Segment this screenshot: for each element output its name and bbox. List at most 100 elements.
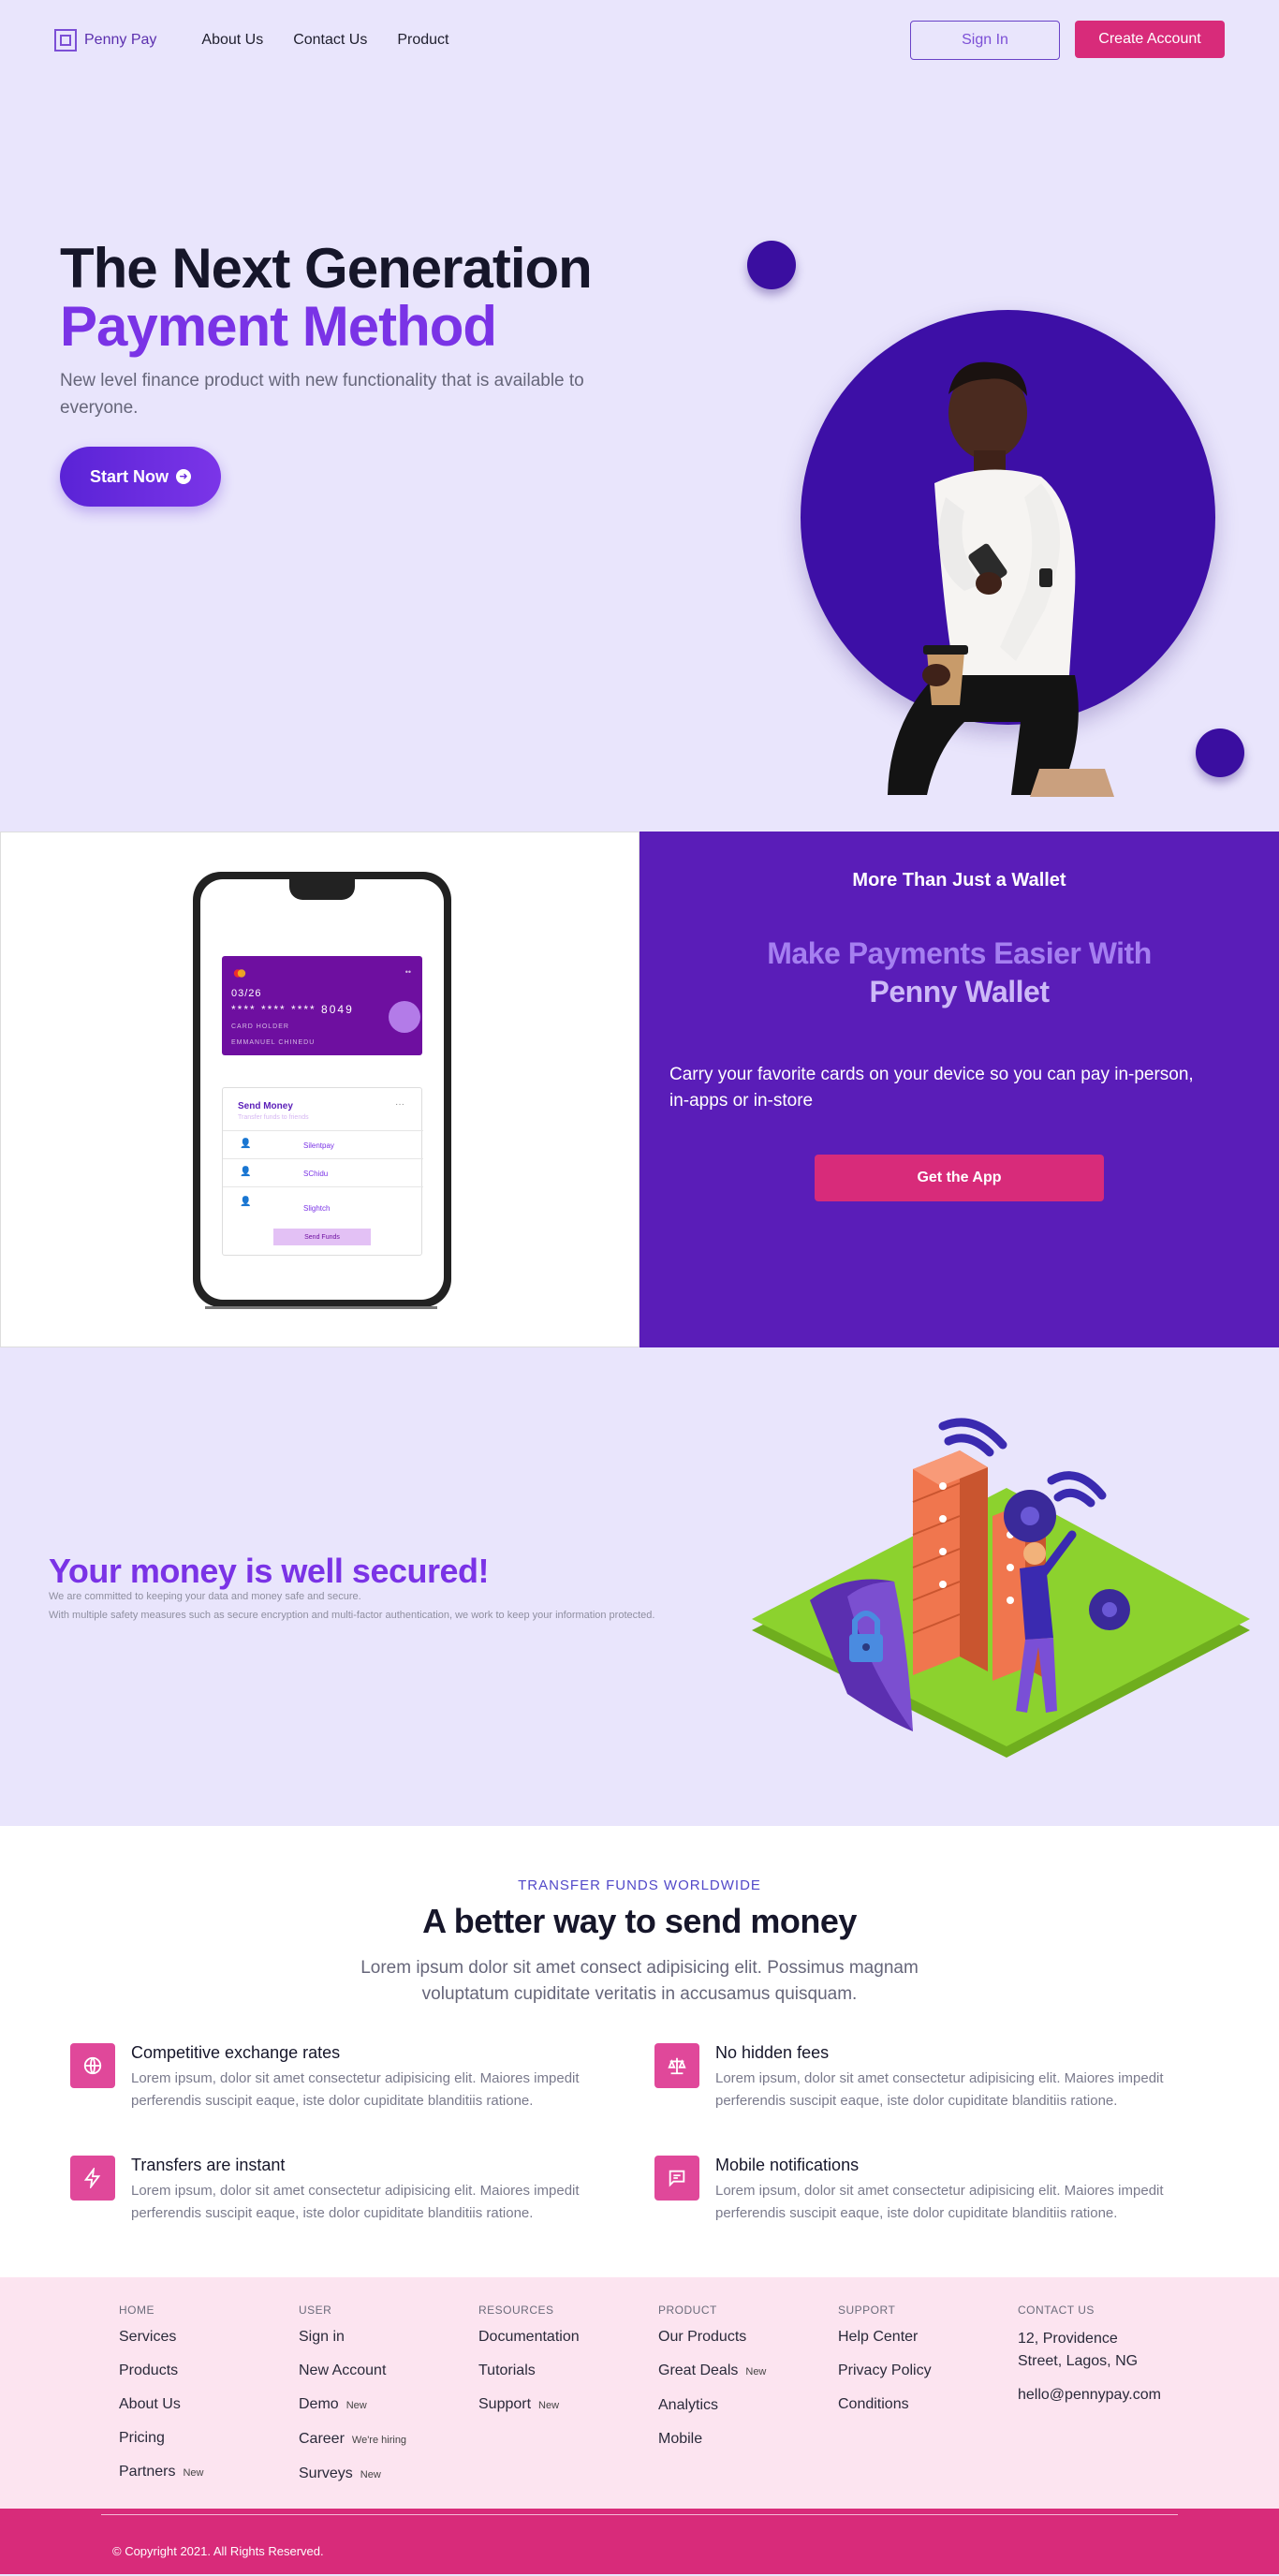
payment-card[interactable]: •• 03/26 **** **** **** 8049 CARD HOLDER… xyxy=(222,956,422,1055)
contact-row[interactable]: 👤 Silentpay xyxy=(223,1130,423,1158)
footer-link[interactable]: About Us xyxy=(119,2395,297,2414)
footer-link[interactable]: Privacy Policy xyxy=(838,2362,1016,2380)
feature-text: Lorem ipsum, dolor sit amet consectetur … xyxy=(715,2183,1164,2221)
security-title: Your money is well secured! xyxy=(49,1552,490,1590)
start-now-label: Start Now xyxy=(89,466,169,486)
footer-col-user: USER Sign in New Account Demo New Career W… xyxy=(299,2304,477,2499)
logo-icon xyxy=(54,29,77,52)
new-badge: New xyxy=(745,2366,767,2377)
contact-email[interactable]: hello@pennypay.com xyxy=(1018,2384,1186,2407)
lightning-icon xyxy=(70,2156,115,2201)
card-dots: •• xyxy=(404,967,411,977)
nav-link-about[interactable]: About Us xyxy=(201,32,263,49)
footer-col-contact: CONTACT US 12, Providence Street, Lagos,… xyxy=(1018,2304,1186,2407)
user-icon: 👤 xyxy=(240,1139,252,1149)
footer-col-home: HOME Services Products About Us Pricing … xyxy=(119,2304,297,2497)
send-title: A better way to send money xyxy=(422,1902,857,1940)
contact-address-line1: 12, Providence xyxy=(1018,2331,1118,2347)
phone-notch xyxy=(289,879,355,900)
copyright-text: © Copyright 2021. All Rights Reserved. xyxy=(112,2544,324,2558)
footer-link-label: Surveys xyxy=(299,2466,353,2481)
footer-link[interactable]: New Account xyxy=(299,2362,477,2380)
send-eyebrow: TRANSFER FUNDS WORLDWIDE xyxy=(518,1877,761,1893)
footer-col-support: SUPPORT Help Center Privacy Policy Condi… xyxy=(838,2304,1016,2429)
globe-icon xyxy=(70,2043,115,2088)
wallet-info-panel: More Than Just a Wallet Make Payments Ea… xyxy=(640,832,1279,1347)
feature-title: Competitive exchange rates xyxy=(131,2043,341,2062)
footer-link[interactable]: Services xyxy=(119,2328,297,2347)
phone-screen: •• 03/26 **** **** **** 8049 CARD HOLDER… xyxy=(200,879,444,1300)
footer-heading: SUPPORT xyxy=(838,2304,896,2317)
footer-heading: USER xyxy=(299,2304,332,2317)
footer-link[interactable]: Partners New xyxy=(119,2463,297,2482)
footer-link[interactable]: Documentation xyxy=(478,2328,656,2347)
footer-link[interactable]: Our Products xyxy=(658,2328,836,2347)
feature-title: Mobile notifications xyxy=(715,2156,860,2174)
scale-icon xyxy=(654,2043,699,2088)
start-now-button[interactable]: Start Now ➜ xyxy=(60,447,221,507)
wallet-phone-panel: •• 03/26 **** **** **** 8049 CARD HOLDER… xyxy=(0,832,640,1347)
footer-link[interactable]: Tutorials xyxy=(478,2362,656,2380)
send-money-panel: Send Money Transfer funds to friends ···… xyxy=(222,1087,423,1256)
chat-icon xyxy=(654,2156,699,2201)
footer-link[interactable]: Mobile xyxy=(658,2430,836,2449)
footer-link[interactable]: Support New xyxy=(478,2395,656,2415)
footer-link[interactable]: Sign in xyxy=(299,2328,477,2347)
decorative-dot xyxy=(1196,729,1244,777)
footer-link[interactable]: Surveys New xyxy=(299,2465,477,2484)
security-illustration xyxy=(752,1418,1250,1758)
feature-text: Lorem ipsum, dolor sit amet consectetur … xyxy=(131,2183,580,2221)
security-section: Your money is well secured! We are commi… xyxy=(0,1347,1279,1826)
contact-name: Silentpay xyxy=(303,1141,334,1150)
hero-title: The Next Generation xyxy=(60,237,593,300)
feature-text: Lorem ipsum, dolor sit amet consectetur … xyxy=(715,2070,1164,2109)
footer-link[interactable]: Conditions xyxy=(838,2395,1016,2414)
feature-text: Lorem ipsum, dolor sit amet consectetur … xyxy=(131,2070,580,2109)
footer-heading: RESOURCES xyxy=(478,2304,554,2317)
feature-title: Transfers are instant xyxy=(131,2156,286,2174)
mastercard-icon xyxy=(233,969,246,978)
top-nav: Penny Pay About Us Contact Us Product Si… xyxy=(0,0,1279,81)
footer-heading: HOME xyxy=(119,2304,154,2317)
new-badge: New xyxy=(345,2400,367,2411)
brand-logo[interactable]: Penny Pay xyxy=(54,29,156,52)
divider xyxy=(101,2514,1178,2515)
footer-col-product: PRODUCT Our Products Great Deals New Anal… xyxy=(658,2304,836,2464)
footer-link[interactable]: Career We're hiring xyxy=(299,2430,477,2450)
new-badge: New xyxy=(360,2469,381,2480)
copyright-bar: © Copyright 2021. All Rights Reserved. xyxy=(0,2509,1279,2574)
footer-link[interactable]: Demo New xyxy=(299,2395,477,2415)
send-money-subtitle: Transfer funds to friends xyxy=(238,1114,309,1121)
nav-link-product[interactable]: Product xyxy=(397,32,448,49)
footer-link[interactable]: Pricing xyxy=(119,2429,297,2448)
security-line-2: With multiple safety measures such as se… xyxy=(49,1610,655,1621)
more-icon[interactable]: ··· xyxy=(395,1099,404,1110)
footer-link[interactable]: Help Center xyxy=(838,2328,1016,2347)
footer-link[interactable]: Products xyxy=(119,2362,297,2380)
send-funds-button[interactable]: Send Funds xyxy=(273,1229,371,1245)
hero-person-image xyxy=(888,361,1114,797)
sign-in-button[interactable]: Sign In xyxy=(910,21,1060,60)
server-stack xyxy=(912,1450,988,1675)
wallet-title-line1: Make Payments Easier With xyxy=(767,936,1152,970)
card-holder-label: CARD HOLDER xyxy=(231,1023,289,1030)
create-account-button[interactable]: Create Account xyxy=(1075,21,1225,58)
contact-name: Slightch xyxy=(303,1204,331,1213)
nav-link-contact[interactable]: Contact Us xyxy=(293,32,367,49)
hiring-badge: We're hiring xyxy=(351,2435,407,2446)
nav-actions: Sign In Create Account xyxy=(910,21,1225,60)
contact-row[interactable]: 👤 Slightch xyxy=(223,1186,423,1224)
send-money-title: Send Money xyxy=(238,1101,293,1111)
wallet-section: •• 03/26 **** **** **** 8049 CARD HOLDER… xyxy=(0,832,1279,1347)
footer-link[interactable]: Great Deals New xyxy=(658,2362,836,2381)
arrow-right-icon: ➜ xyxy=(176,469,191,484)
security-line-1: We are committed to keeping your data an… xyxy=(49,1591,361,1602)
card-date: 03/26 xyxy=(231,988,262,999)
card-holder-name: EMMANUEL CHINEDU xyxy=(231,1039,316,1046)
footer-link[interactable]: Analytics xyxy=(658,2396,836,2415)
feature-title: No hidden fees xyxy=(715,2043,830,2062)
get-app-button[interactable]: Get the App xyxy=(815,1155,1104,1201)
contact-address-line2: Street, Lagos, NG xyxy=(1018,2353,1139,2369)
footer-link-label: Career xyxy=(299,2431,345,2447)
contact-row[interactable]: 👤 SChidu xyxy=(223,1158,423,1186)
